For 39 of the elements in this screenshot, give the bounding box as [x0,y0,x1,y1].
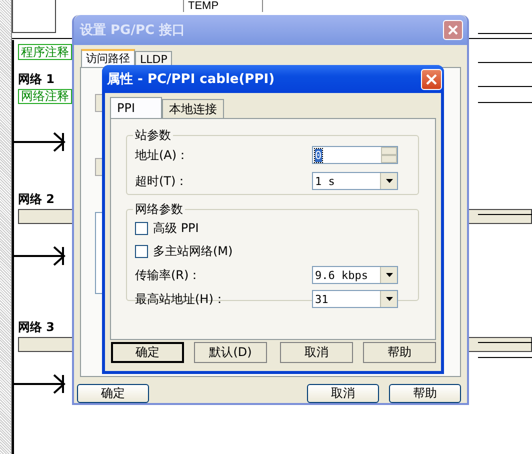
checkbox-option[interactable]: 多主站网络(M) [135,243,398,260]
close-icon[interactable] [443,20,463,40]
network-comment[interactable]: 网络注释 [18,89,72,104]
dropdown-arrow-icon [386,297,392,301]
tab[interactable]: LLDP [135,50,172,67]
field-label: 地址(A)： [135,146,190,164]
dropdown-field[interactable]: 1 s [312,172,398,190]
field-label: 最高站地址(H)： [135,290,226,308]
tab[interactable]: PPI [110,97,162,118]
table-cell: TEMP [183,0,263,12]
window-title: 属性 - PC/PPI cable(PPI) [107,71,276,88]
tab[interactable]: 访问路径 [81,48,135,67]
dialog-button[interactable]: 取消 [307,384,379,403]
dropdown-field[interactable]: 31 [312,290,398,308]
close-icon[interactable] [421,68,442,90]
dialog-button[interactable]: 帮助 [389,384,461,403]
window-title: 设置 PG/PC 接口 [80,22,186,39]
network-title: 网络 3 [18,320,55,334]
checkbox-option[interactable]: 高级 PPI [135,220,398,237]
dropdown-arrow-icon [386,179,392,183]
field-label: 传输率(R)： [135,266,202,284]
dialog-button[interactable]: 帮助 [363,342,436,363]
dialog-button[interactable]: 取消 [280,342,354,363]
table-cell [12,0,56,33]
network-title: 网络 1 [18,72,55,86]
dialog-button[interactable]: 默认(D) [194,342,268,363]
program-comment[interactable]: 程序注释 [18,44,72,60]
field-label: 超时(T)： [135,172,189,190]
group-title: 网络参数 [134,201,184,218]
group-title: 站参数 [134,127,172,144]
checkbox[interactable] [135,222,148,235]
network-title: 网络 2 [18,192,55,206]
spin-field[interactable]: 0 [312,146,398,164]
dropdown-arrow-icon [386,273,392,277]
dialog-button[interactable]: 确定 [111,342,184,363]
tab[interactable]: 本地连接 [162,99,224,118]
dropdown-field[interactable]: 9.6 kbps [312,266,398,284]
dialog-button[interactable]: 确定 [77,384,149,403]
checkbox[interactable] [135,245,148,258]
